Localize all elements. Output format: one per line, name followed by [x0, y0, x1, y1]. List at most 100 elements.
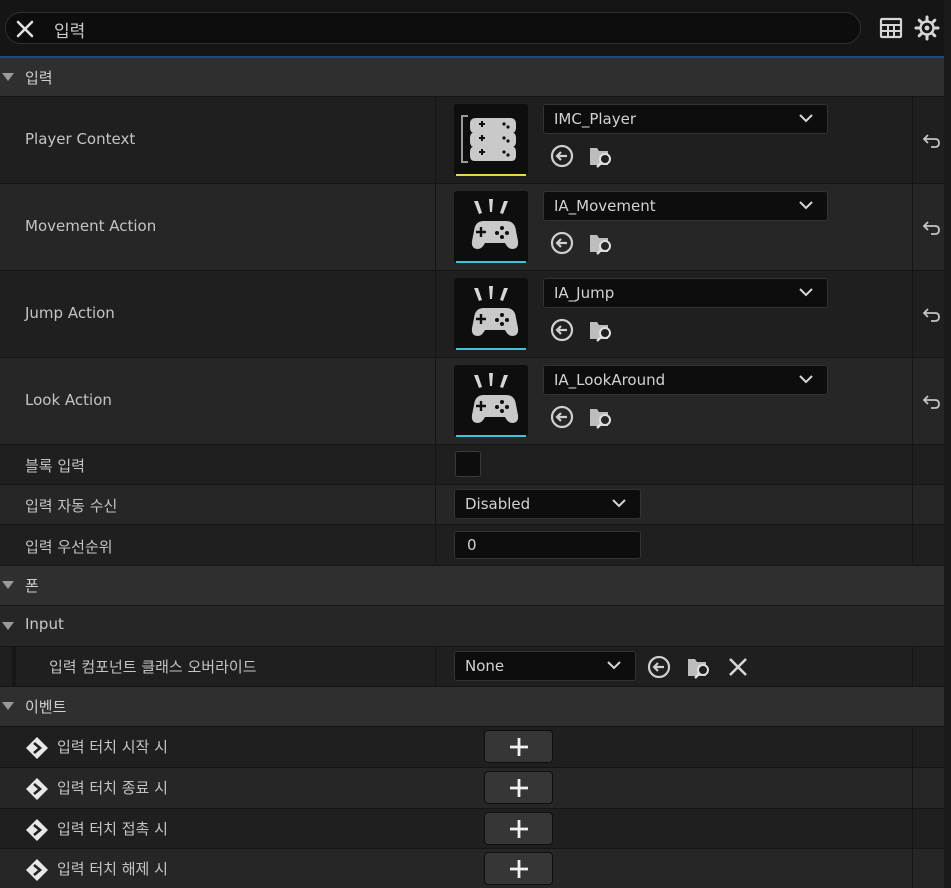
asset-thumbnail[interactable]: [454, 278, 528, 350]
property-row-jump-action: Jump Action IA_Jump: [0, 271, 944, 358]
asset-thumbnail[interactable]: [454, 365, 528, 437]
browse-asset-icon[interactable]: [588, 404, 614, 430]
column-divider: [912, 768, 913, 808]
browse-asset-icon[interactable]: [588, 230, 614, 256]
property-row-movement-action: Movement Action IA_Movement: [0, 184, 944, 271]
event-row: 입력 터치 해제 시: [0, 849, 944, 888]
asset-type-bar: [456, 435, 526, 437]
asset-thumbnail[interactable]: [454, 104, 528, 176]
property-row-input-component-override: 입력 컴포넌트 클래스 오버라이드 None: [0, 647, 944, 687]
input-action-icon: [471, 286, 519, 336]
event-label: 입력 터치 시작 시: [57, 738, 168, 756]
property-label: Jump Action: [25, 304, 115, 322]
use-selected-asset-icon[interactable]: [549, 230, 575, 256]
settings-gear-icon[interactable]: [913, 14, 941, 42]
clear-search-icon[interactable]: [14, 18, 36, 40]
use-selected-asset-icon[interactable]: [549, 317, 575, 343]
property-label: 입력 우선순위: [25, 538, 113, 556]
column-divider: [435, 647, 436, 686]
column-divider: [912, 271, 913, 357]
plus-icon: [510, 779, 528, 797]
chevron-down-icon: [799, 114, 813, 123]
asset-type-bar: [456, 348, 526, 350]
scrollbar[interactable]: [944, 0, 951, 888]
reset-to-default-icon[interactable]: [920, 216, 942, 238]
column-divider: [435, 97, 436, 183]
column-divider: [435, 525, 436, 565]
asset-picker-combo[interactable]: IA_Jump: [543, 278, 828, 308]
search-query[interactable]: 입력: [54, 17, 85, 42]
mapping-context-icon: [461, 115, 516, 163]
class-picker-combo[interactable]: None: [454, 651, 636, 681]
category-title: 폰: [25, 577, 39, 595]
details-toolbar: 입력: [0, 0, 951, 56]
column-divider: [912, 849, 913, 888]
browse-asset-icon[interactable]: [588, 143, 614, 169]
event-label: 입력 터치 접촉 시: [57, 820, 168, 838]
plus-icon: [510, 820, 528, 838]
column-divider: [912, 809, 913, 848]
column-divider: [435, 184, 436, 270]
expand-arrow-icon[interactable]: [2, 622, 14, 630]
browse-asset-icon[interactable]: [588, 317, 614, 343]
block-input-checkbox[interactable]: [455, 451, 481, 477]
class-picker-value: None: [465, 657, 505, 675]
column-divider: [912, 525, 913, 565]
property-row-input-priority: 입력 우선순위 0: [0, 525, 944, 566]
input-action-icon: [471, 373, 519, 423]
category-pawn[interactable]: 폰: [0, 566, 944, 606]
event-diamond-icon: [26, 819, 48, 841]
reset-to-default-icon[interactable]: [920, 390, 942, 412]
chevron-down-icon: [607, 661, 621, 670]
auto-receive-dropdown[interactable]: Disabled: [454, 489, 641, 519]
asset-picker-combo[interactable]: IMC_Player: [543, 104, 828, 134]
field-value: 0: [467, 536, 477, 554]
property-row-auto-receive-input: 입력 자동 수신 Disabled: [0, 485, 944, 525]
reset-to-default-icon[interactable]: [920, 129, 942, 151]
reset-to-default-icon[interactable]: [920, 303, 942, 325]
event-row: 입력 터치 시작 시: [0, 727, 944, 768]
event-diamond-icon: [26, 859, 48, 881]
property-label: 입력 컴포넌트 클래스 오버라이드: [49, 658, 257, 676]
category-title: 이벤트: [25, 698, 67, 716]
clear-icon[interactable]: [725, 654, 751, 680]
column-divider: [435, 358, 436, 444]
property-label: Look Action: [25, 391, 112, 409]
event-diamond-icon: [26, 737, 48, 759]
expand-arrow-icon[interactable]: [2, 702, 14, 710]
property-label: Movement Action: [25, 217, 157, 235]
use-selected-asset-icon[interactable]: [549, 143, 575, 169]
property-row-player-context: Player Context IMC_Player: [0, 97, 944, 184]
expand-arrow-icon[interactable]: [2, 73, 14, 81]
asset-type-bar: [456, 261, 526, 263]
search-box[interactable]: 입력: [5, 12, 861, 44]
asset-thumbnail[interactable]: [454, 191, 528, 263]
event-label: 입력 터치 해제 시: [57, 860, 168, 878]
asset-picker-value: IA_LookAround: [554, 371, 666, 389]
column-divider: [912, 445, 913, 484]
use-selected-asset-icon[interactable]: [549, 404, 575, 430]
property-label: 블록 입력: [25, 457, 85, 475]
use-selected-class-icon[interactable]: [646, 654, 672, 680]
column-divider: [435, 271, 436, 357]
browse-class-icon[interactable]: [686, 654, 712, 680]
event-row: 입력 터치 접촉 시: [0, 809, 944, 849]
asset-picker-combo[interactable]: IA_Movement: [543, 191, 828, 221]
input-priority-field[interactable]: 0: [454, 531, 641, 559]
add-event-button[interactable]: [484, 771, 553, 804]
expand-arrow-icon[interactable]: [2, 581, 14, 589]
asset-picker-combo[interactable]: IA_LookAround: [543, 365, 828, 395]
add-event-button[interactable]: [484, 852, 553, 885]
asset-picker-value: IMC_Player: [554, 110, 637, 128]
column-divider: [912, 358, 913, 444]
add-event-button[interactable]: [484, 730, 553, 763]
category-events[interactable]: 이벤트: [0, 687, 944, 727]
event-label: 입력 터치 종료 시: [57, 779, 168, 797]
category-input[interactable]: 입력: [0, 58, 944, 97]
subcategory-input[interactable]: Input: [0, 606, 944, 647]
add-event-button[interactable]: [484, 812, 553, 845]
property-matrix-icon[interactable]: [877, 14, 905, 42]
property-label: 입력 자동 수신: [25, 497, 118, 515]
asset-picker-value: IA_Jump: [554, 284, 615, 302]
asset-picker-value: IA_Movement: [554, 197, 656, 215]
